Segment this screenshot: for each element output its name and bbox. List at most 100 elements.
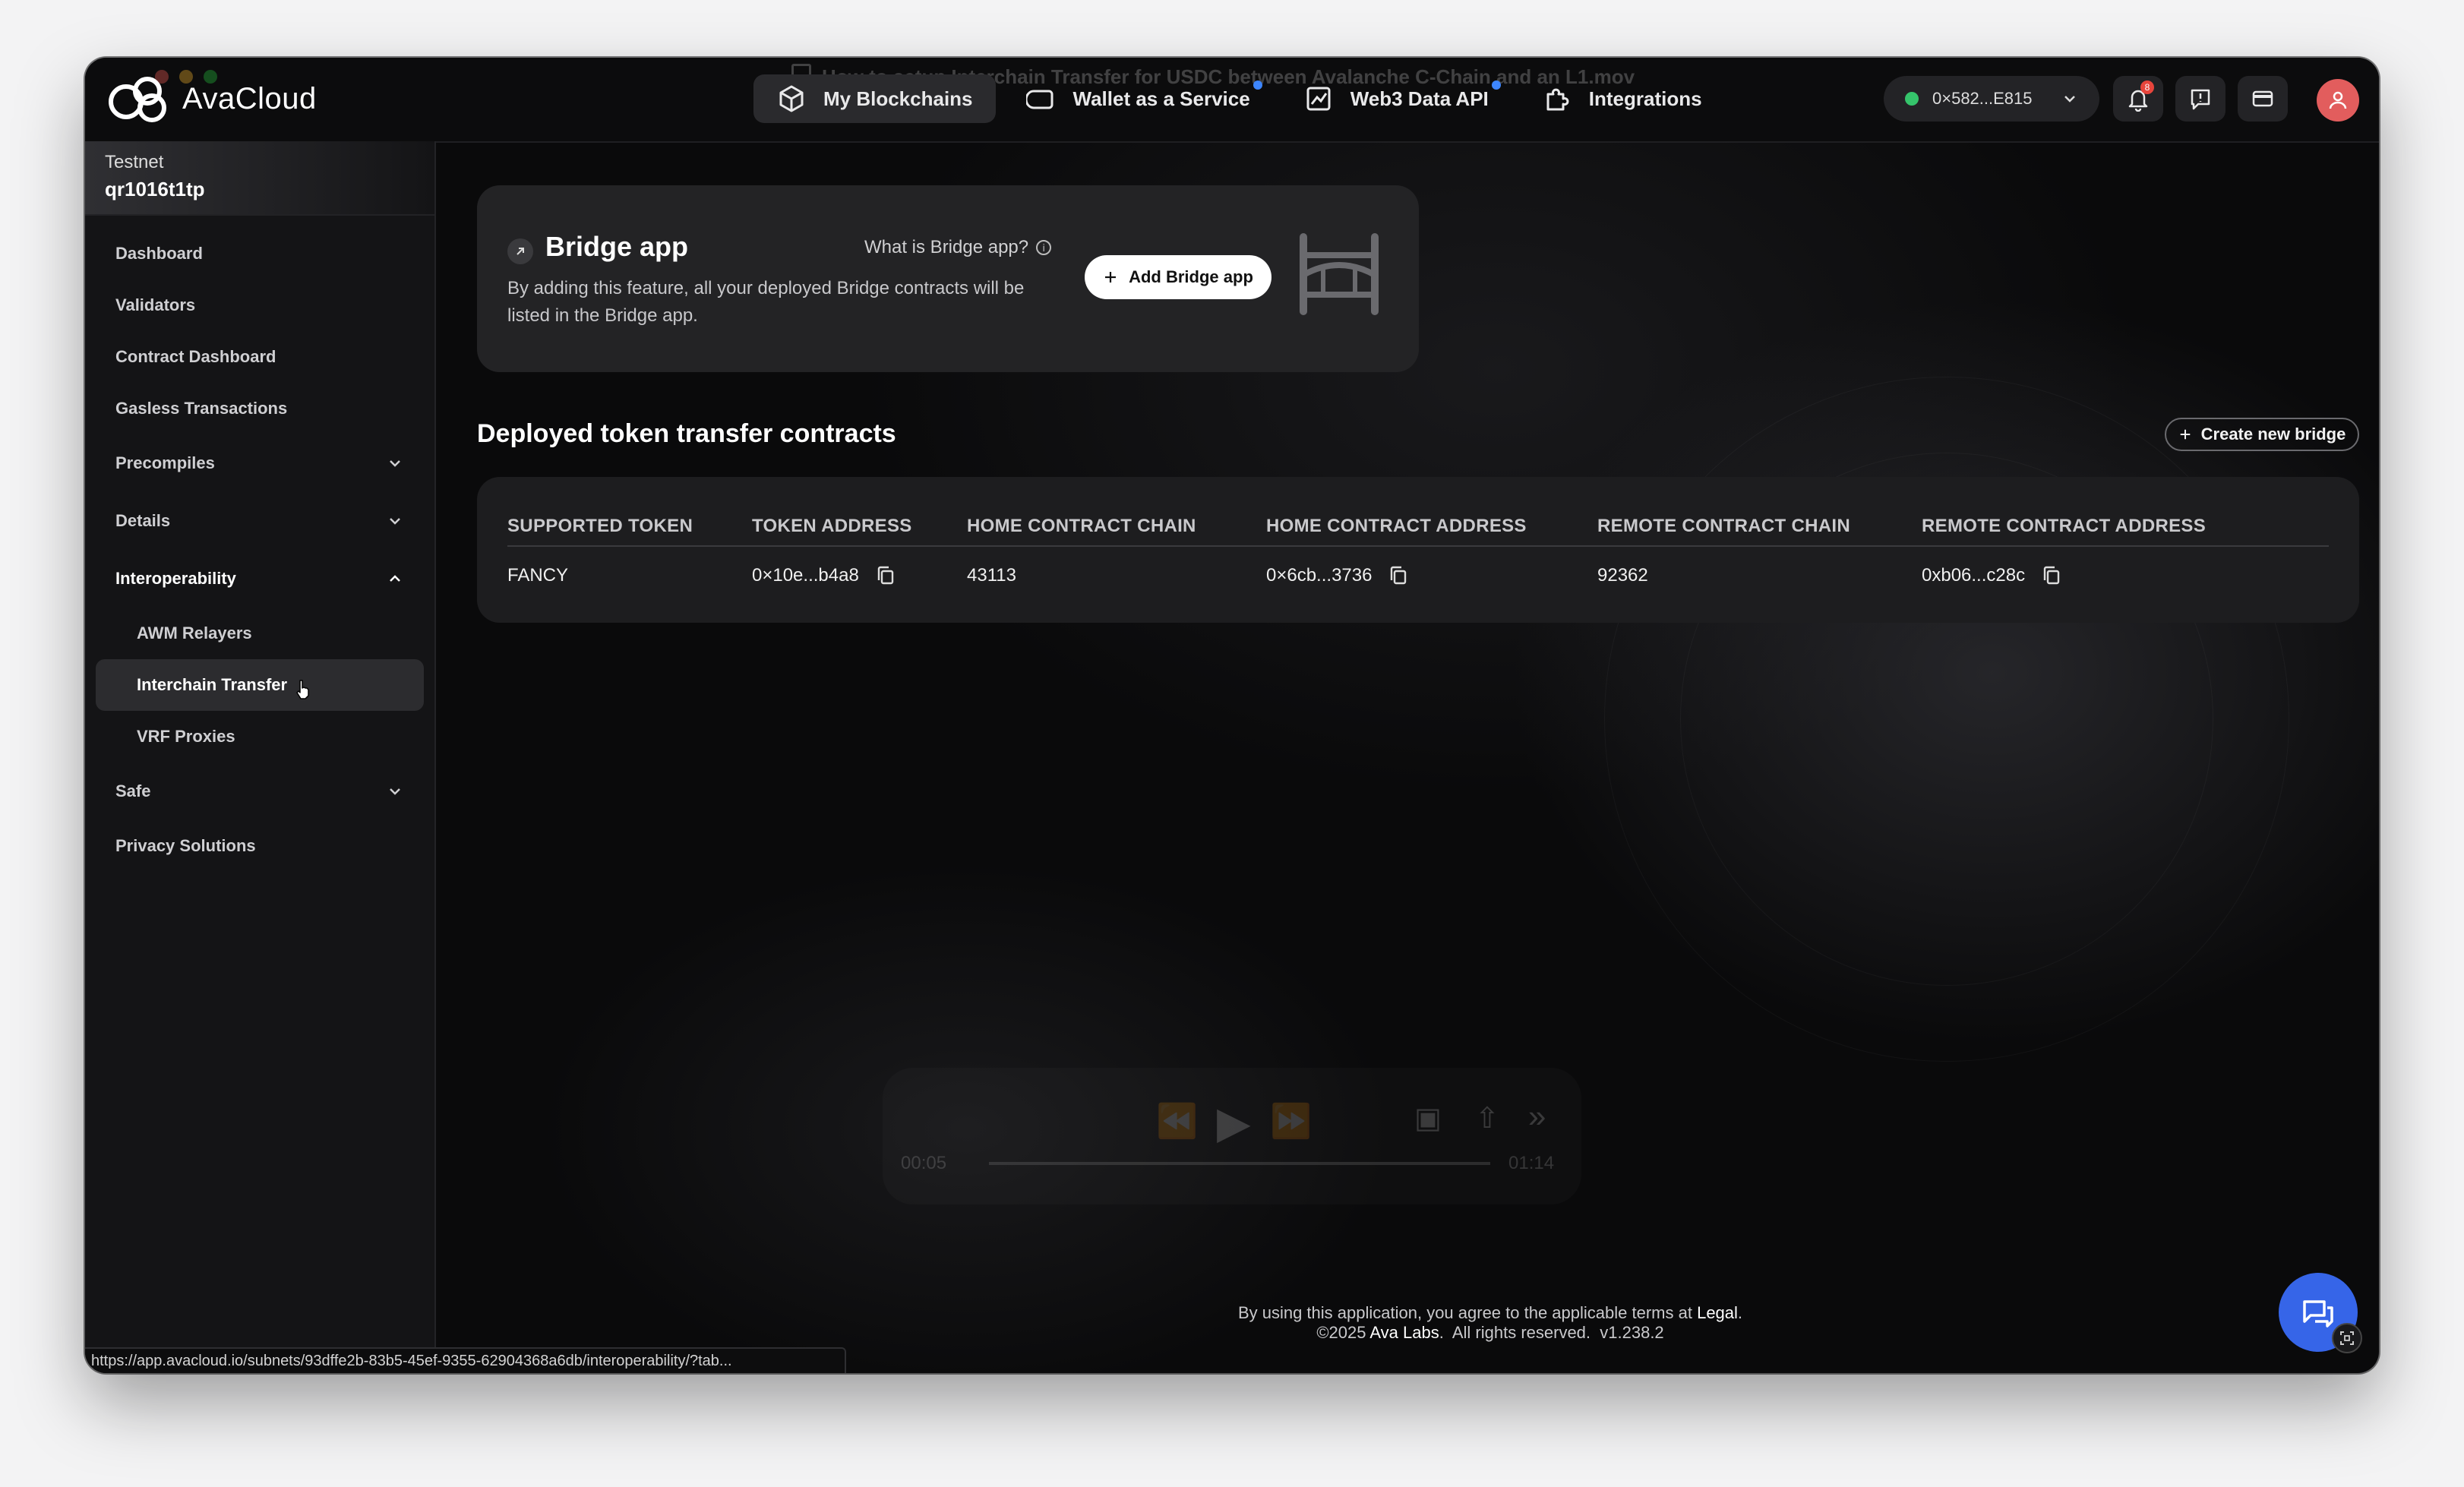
nav-my-blockchains[interactable]: My Blockchains bbox=[753, 74, 996, 123]
feedback-icon bbox=[2191, 89, 2210, 110]
sidebar-item-label: Privacy Solutions bbox=[115, 836, 256, 855]
status-bar-url: https://app.avacloud.io/subnets/93dffe2b… bbox=[85, 1347, 846, 1373]
chevron-down-icon bbox=[2064, 96, 2075, 103]
video-progress-bar[interactable] bbox=[989, 1162, 1490, 1165]
share-icon[interactable]: ⇧ bbox=[1475, 1101, 1499, 1135]
table-header: SUPPORTED TOKEN TOKEN ADDRESS HOME CONTR… bbox=[507, 507, 2329, 547]
user-icon bbox=[2329, 91, 2347, 109]
wallet-selector[interactable]: 0×582...E815 bbox=[1884, 76, 2099, 122]
chevron-down-icon bbox=[390, 518, 400, 525]
contracts-table: SUPPORTED TOKEN TOKEN ADDRESS HOME CONTR… bbox=[477, 477, 2359, 623]
network-header[interactable]: Testnet qr1016t1tp bbox=[85, 141, 434, 216]
app-logo[interactable]: AvaCloud bbox=[103, 73, 317, 125]
sidebar-item-label: Interoperability bbox=[115, 569, 236, 588]
video-player-controls: ⏪ ▶ ⏩ ▣ ⇧ » 00:05 01:14 bbox=[883, 1068, 1581, 1204]
sidebar-item-interoperability[interactable]: Interoperability bbox=[96, 550, 424, 608]
app-window: AvaCloud How to setup Interchain Transfe… bbox=[85, 58, 2379, 1373]
sidebar-item-vrf-proxies[interactable]: VRF Proxies bbox=[96, 711, 424, 762]
airplay-icon[interactable]: ▣ bbox=[1414, 1101, 1442, 1135]
bridge-app-card: Bridge app What is Bridge app? i By addi… bbox=[477, 185, 1419, 372]
video-current-time: 00:05 bbox=[901, 1153, 947, 1173]
sidebar-item-awm-relayers[interactable]: AWM Relayers bbox=[96, 608, 424, 659]
sidebar-item-label: Safe bbox=[115, 781, 151, 800]
nav-integrations[interactable]: Integrations bbox=[1519, 74, 1725, 123]
puzzle-icon bbox=[1546, 88, 1569, 111]
app-name: AvaCloud bbox=[182, 81, 317, 115]
billing-button[interactable] bbox=[2238, 76, 2288, 122]
feedback-button[interactable] bbox=[2175, 76, 2225, 122]
create-new-bridge-label: Create new bridge bbox=[2200, 425, 2346, 444]
sidebar-item-details[interactable]: Details bbox=[96, 492, 424, 550]
avacloud-logo-icon bbox=[109, 77, 166, 122]
table-row: FANCY 0×10e...b4a8 43113 0×6cb...3736 92… bbox=[507, 547, 2329, 605]
connected-status-dot bbox=[1905, 92, 1919, 106]
sidebar-item-safe[interactable]: Safe bbox=[96, 762, 424, 820]
top-bar: AvaCloud How to setup Interchain Transfe… bbox=[85, 58, 2379, 143]
copyright-text: ©2025 bbox=[1316, 1323, 1370, 1342]
column-header: HOME CONTRACT ADDRESS bbox=[1266, 516, 1527, 536]
copy-icon[interactable] bbox=[2042, 565, 2061, 586]
rewind-icon[interactable]: ⏪ bbox=[1156, 1101, 1198, 1141]
nav-label: Web3 Data API bbox=[1350, 87, 1489, 110]
nav-wallet-as-a-service[interactable]: Wallet as a Service bbox=[1003, 74, 1273, 123]
cell-text: FANCY bbox=[507, 565, 569, 586]
main-nav: My Blockchains Wallet as a Service Web3 … bbox=[753, 74, 1725, 123]
notifications-button[interactable]: 8 bbox=[2113, 76, 2163, 122]
user-avatar[interactable] bbox=[2317, 79, 2359, 122]
sidebar-item-validators[interactable]: Validators bbox=[96, 279, 424, 331]
remote-contract-chain-cell: 92362 bbox=[1597, 547, 1648, 605]
what-is-bridge-link[interactable]: What is Bridge app? i bbox=[864, 237, 1052, 258]
external-link-icon bbox=[507, 238, 533, 264]
column-header: REMOTE CONTRACT CHAIN bbox=[1597, 516, 1850, 536]
sidebar-item-label: Contract Dashboard bbox=[115, 347, 276, 366]
sidebar-item-contract-dashboard[interactable]: Contract Dashboard bbox=[96, 331, 424, 383]
new-indicator-dot bbox=[1253, 81, 1262, 90]
legal-link[interactable]: Legal bbox=[1697, 1303, 1738, 1322]
copy-icon[interactable] bbox=[876, 565, 896, 586]
cell-text: 92362 bbox=[1597, 565, 1648, 586]
version-text: . All rights reserved. v1.238.2 bbox=[1439, 1323, 1664, 1342]
company-name: Ava Labs bbox=[1369, 1323, 1439, 1342]
bridge-illustration-icon bbox=[1300, 233, 1379, 315]
more-icon[interactable]: » bbox=[1528, 1098, 1546, 1135]
footer-terms-text: By using this application, you agree to … bbox=[1237, 1303, 1698, 1322]
wallet-address: 0×582...E815 bbox=[1932, 89, 2033, 108]
column-header: TOKEN ADDRESS bbox=[752, 516, 912, 536]
plus-icon bbox=[2180, 429, 2190, 440]
sidebar-item-label: Dashboard bbox=[115, 244, 203, 263]
chat-icon bbox=[2303, 1300, 2333, 1328]
cell-text: 43113 bbox=[967, 565, 1016, 586]
sidebar-item-label: Gasless Transactions bbox=[115, 399, 288, 418]
fast-forward-icon[interactable]: ⏩ bbox=[1270, 1101, 1312, 1141]
nav-web3-data-api[interactable]: Web3 Data API bbox=[1281, 74, 1512, 123]
sidebar-item-dashboard[interactable]: Dashboard bbox=[96, 228, 424, 279]
footer-period: . bbox=[1737, 1303, 1743, 1322]
hand-cursor-icon bbox=[296, 680, 309, 699]
what-is-bridge-text: What is Bridge app? bbox=[864, 237, 1029, 257]
network-name: qr1016t1tp bbox=[105, 178, 205, 200]
add-bridge-app-button[interactable]: Add Bridge app bbox=[1085, 255, 1271, 299]
sidebar-item-label: VRF Proxies bbox=[137, 727, 235, 746]
sidebar-item-precompiles[interactable]: Precompiles bbox=[96, 434, 424, 492]
cube-icon bbox=[779, 85, 804, 112]
play-icon[interactable]: ▶ bbox=[1217, 1097, 1251, 1148]
create-new-bridge-button[interactable]: Create new bridge bbox=[2165, 418, 2359, 451]
copy-icon[interactable] bbox=[1388, 565, 1408, 586]
home-contract-address-cell: 0×6cb...3736 bbox=[1266, 547, 1408, 605]
nav-label: Integrations bbox=[1588, 87, 1702, 110]
sidebar-item-interchain-transfer[interactable]: Interchain Transfer bbox=[96, 659, 424, 711]
sidebar-item-label: Validators bbox=[115, 295, 196, 314]
sidebar-item-gasless-transactions[interactable]: Gasless Transactions bbox=[96, 383, 424, 434]
home-contract-chain-cell: 43113 bbox=[967, 547, 1016, 605]
wallet-icon bbox=[1025, 90, 1054, 109]
sidebar-menu: Dashboard Validators Contract Dashboard … bbox=[85, 216, 434, 872]
notification-badge: 8 bbox=[2140, 81, 2154, 94]
chevron-down-icon bbox=[390, 460, 400, 467]
sidebar-item-label: Interchain Transfer bbox=[137, 675, 288, 694]
sidebar-item-privacy-solutions[interactable]: Privacy Solutions bbox=[96, 820, 424, 872]
token-address-cell: 0×10e...b4a8 bbox=[752, 547, 896, 605]
screenshot-tool-icon[interactable] bbox=[2332, 1323, 2362, 1353]
column-header: REMOTE CONTRACT ADDRESS bbox=[1922, 516, 2207, 536]
bridge-app-description: By adding this feature, all your deploye… bbox=[507, 278, 1025, 326]
supported-token-cell: FANCY bbox=[507, 547, 568, 605]
